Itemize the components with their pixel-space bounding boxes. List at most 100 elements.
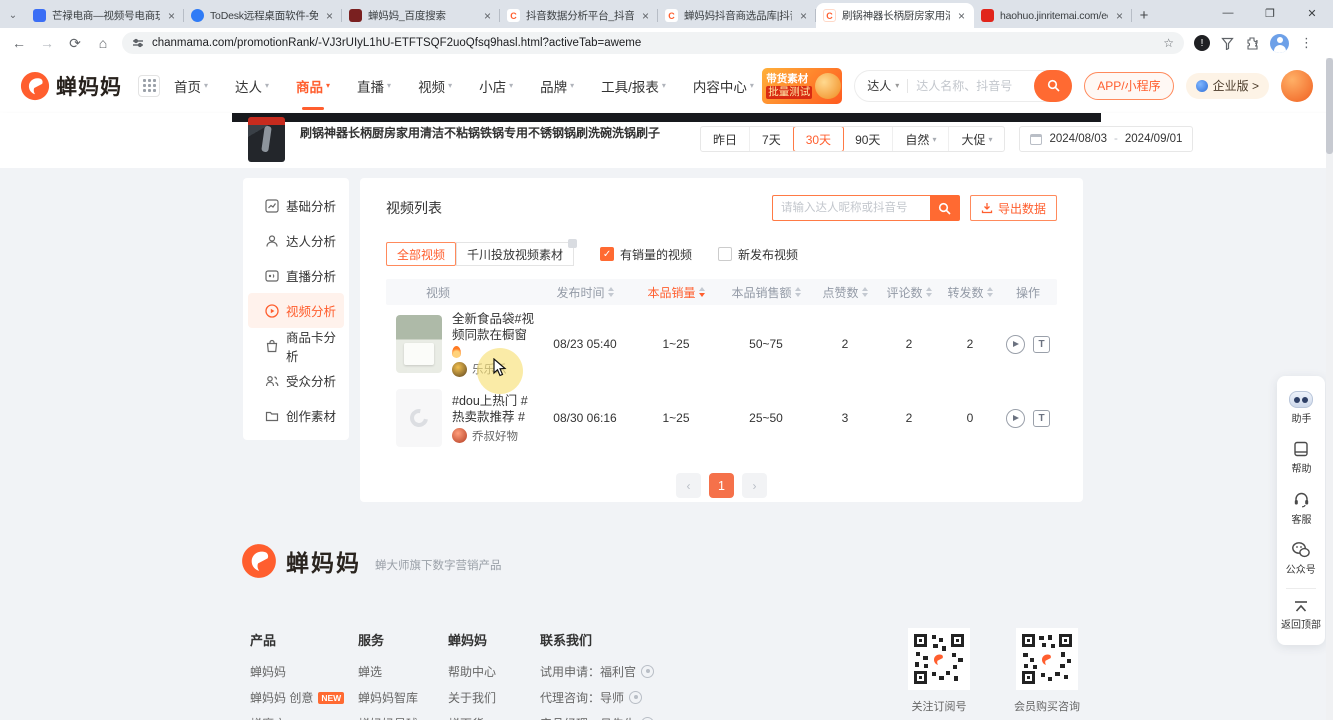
sidebar-item-video-analysis[interactable]: 视频分析 xyxy=(248,293,344,328)
browser-tab-7[interactable]: haohuo.jinritemai.com/ecom × xyxy=(974,3,1132,28)
bookmark-star-icon[interactable]: ☆ xyxy=(1163,36,1174,50)
prev-page-button[interactable]: ‹ xyxy=(676,473,701,498)
nav-live[interactable]: 直播▾ xyxy=(357,68,391,104)
nav-video[interactable]: 视频▾ xyxy=(418,68,452,104)
nav-tools[interactable]: 工具/报表▾ xyxy=(601,68,666,104)
page-scrollbar[interactable] xyxy=(1326,58,1333,720)
tab-close-icon[interactable]: × xyxy=(1114,9,1125,23)
sort-comments[interactable]: 评论数 xyxy=(886,284,931,301)
header-search-button[interactable] xyxy=(1034,70,1072,102)
browser-tab-4[interactable]: C 抖音数据分析平台_抖音直播 × xyxy=(500,3,658,28)
tab-close-icon[interactable]: × xyxy=(324,9,335,23)
promo-banner[interactable]: 带货素材 批量测试 xyxy=(762,68,842,104)
funnel-icon[interactable] xyxy=(1221,37,1234,50)
new-tab-button[interactable]: + xyxy=(1132,3,1156,27)
app-miniprogram-button[interactable]: APP/小程序 xyxy=(1084,72,1173,100)
sort-product-gmv[interactable]: 本品销售额 xyxy=(731,284,800,301)
url-bar[interactable]: chanmama.com/promotionRank/-VJ3rUIyL1hU-… xyxy=(122,32,1184,54)
footer-link[interactable]: 蝉妈妈智库 xyxy=(358,689,448,706)
window-minimize-button[interactable]: — xyxy=(1207,0,1249,26)
footer-contact[interactable]: 产品经理：吕先生 xyxy=(540,715,654,720)
play-video-button[interactable] xyxy=(1006,409,1025,428)
footer-link[interactable]: 蝉妈妈星球 xyxy=(358,715,448,720)
play-video-button[interactable] xyxy=(1006,335,1025,354)
script-button[interactable]: T xyxy=(1033,336,1050,353)
browser-tab-2[interactable]: ToDesk远程桌面软件-免费安 × xyxy=(184,3,342,28)
alert-icon[interactable]: ! xyxy=(1194,35,1210,51)
sidebar-item-audience-analysis[interactable]: 受众分析 xyxy=(248,363,344,398)
enterprise-badge[interactable]: 企业版 > xyxy=(1186,73,1269,99)
sidebar-item-live-analysis[interactable]: 直播分析 xyxy=(248,258,344,293)
product-thumbnail[interactable] xyxy=(248,117,285,162)
window-restore-button[interactable]: ❐ xyxy=(1249,0,1291,26)
tab-close-icon[interactable]: × xyxy=(482,9,493,23)
header-search-input[interactable] xyxy=(916,79,1034,93)
filter-natural-select[interactable]: 自然▾ xyxy=(893,127,949,151)
back-to-top-button[interactable]: 返回顶部 xyxy=(1277,593,1325,639)
help-button[interactable]: 帮助 xyxy=(1277,433,1325,483)
scrollbar-thumb[interactable] xyxy=(1326,58,1333,154)
sidebar-item-basic-analysis[interactable]: 基础分析 xyxy=(248,188,344,223)
sort-likes[interactable]: 点赞数 xyxy=(822,284,867,301)
nav-brand[interactable]: 品牌▾ xyxy=(540,68,574,104)
browser-tab-5[interactable]: C 蝉妈妈抖音商选品库|抖音短视 × xyxy=(658,3,816,28)
back-icon[interactable]: ← xyxy=(10,35,28,51)
video-search-input[interactable] xyxy=(772,195,930,221)
sidebar-item-creative-material[interactable]: 创作素材 xyxy=(248,398,344,433)
reload-icon[interactable]: ⟳ xyxy=(66,35,84,52)
video-title[interactable]: 全新食品袋#视频同款在橱窗 #好物推荐 xyxy=(452,311,537,343)
video-thumbnail[interactable] xyxy=(396,315,442,373)
filter-7d[interactable]: 7天 xyxy=(750,127,794,151)
footer-link[interactable]: 蝉妈妈 创意NEW xyxy=(250,689,358,706)
browser-profile-avatar[interactable] xyxy=(1270,34,1289,53)
site-settings-icon[interactable] xyxy=(132,37,144,49)
date-range-picker[interactable]: 2024/08/03 - 2024/09/01 xyxy=(1019,126,1193,152)
apps-grid-icon[interactable] xyxy=(138,75,160,97)
tab-close-icon[interactable]: × xyxy=(640,9,651,23)
tab-close-icon[interactable]: × xyxy=(166,9,177,23)
browser-tab-active[interactable]: C 刷锅神器长柄厨房家用清洁不 × xyxy=(816,3,974,28)
next-page-button[interactable]: › xyxy=(742,473,767,498)
assistant-button[interactable]: 助手 xyxy=(1277,384,1325,433)
browser-tab-3[interactable]: 蝉妈妈_百度搜索 × xyxy=(342,3,500,28)
sort-product-sales[interactable]: 本品销量 xyxy=(647,284,704,301)
sidebar-item-daren-analysis[interactable]: 达人分析 xyxy=(248,223,344,258)
author-line[interactable]: 乔叔好物 xyxy=(452,428,537,444)
nav-daren[interactable]: 达人▾ xyxy=(235,68,269,104)
nav-shop[interactable]: 小店▾ xyxy=(479,68,513,104)
home-icon[interactable]: ⌂ xyxy=(94,35,112,51)
extensions-puzzle-icon[interactable] xyxy=(1245,36,1259,50)
footer-link[interactable]: 帮助中心 xyxy=(448,663,540,680)
footer-contact[interactable]: 试用申请：福利官 xyxy=(540,663,654,680)
current-page[interactable]: 1 xyxy=(709,473,734,498)
chanmama-logo[interactable]: 蝉妈妈 xyxy=(20,71,122,101)
filter-promo-select[interactable]: 大促▾ xyxy=(949,127,1004,151)
checkbox-new-videos[interactable]: 新发布视频 xyxy=(718,246,798,263)
wechat-official-button[interactable]: 公众号 xyxy=(1277,534,1325,584)
filter-30d[interactable]: 30天 xyxy=(793,126,844,152)
footer-link[interactable]: 蝉魔方 xyxy=(250,715,358,720)
video-thumbnail[interactable] xyxy=(396,389,442,447)
filter-yesterday[interactable]: 昨日 xyxy=(701,127,750,151)
tab-close-icon[interactable]: × xyxy=(798,9,809,23)
customer-service-button[interactable]: 客服 xyxy=(1277,483,1325,534)
filter-all-videos[interactable]: 全部视频 xyxy=(386,242,456,266)
footer-contact[interactable]: 代理咨询：导师 xyxy=(540,689,654,706)
search-category-select[interactable]: 达人▾ xyxy=(867,77,899,94)
browser-menu-icon[interactable]: ⋮ xyxy=(1300,35,1313,51)
forward-icon[interactable]: → xyxy=(38,35,56,51)
nav-product[interactable]: 商品▾ xyxy=(296,68,330,104)
export-data-button[interactable]: 导出数据 xyxy=(970,195,1057,221)
tab-close-icon[interactable]: × xyxy=(956,9,967,23)
footer-link[interactable]: 关于我们 xyxy=(448,689,540,706)
filter-90d[interactable]: 90天 xyxy=(843,127,893,151)
browser-tab-1[interactable]: 芒禄电商—视频号电商玩法全 × xyxy=(26,3,184,28)
footer-link[interactable]: 蝉百货 xyxy=(448,715,540,720)
script-button[interactable]: T xyxy=(1033,410,1050,427)
video-search-button[interactable] xyxy=(930,195,960,221)
checkbox-has-sales[interactable]: ✓ 有销量的视频 xyxy=(600,246,692,263)
sidebar-item-product-card-analysis[interactable]: 商品卡分析 xyxy=(248,328,344,363)
video-title[interactable]: #dou上热门 #热卖款推荐 #视频同款在橱窗 刷锅神器清洁干净长柄不锈钢刷锅子… xyxy=(452,393,537,425)
nav-content-center[interactable]: 内容中心▾ xyxy=(693,68,754,104)
nav-home[interactable]: 首页▾ xyxy=(174,68,208,104)
